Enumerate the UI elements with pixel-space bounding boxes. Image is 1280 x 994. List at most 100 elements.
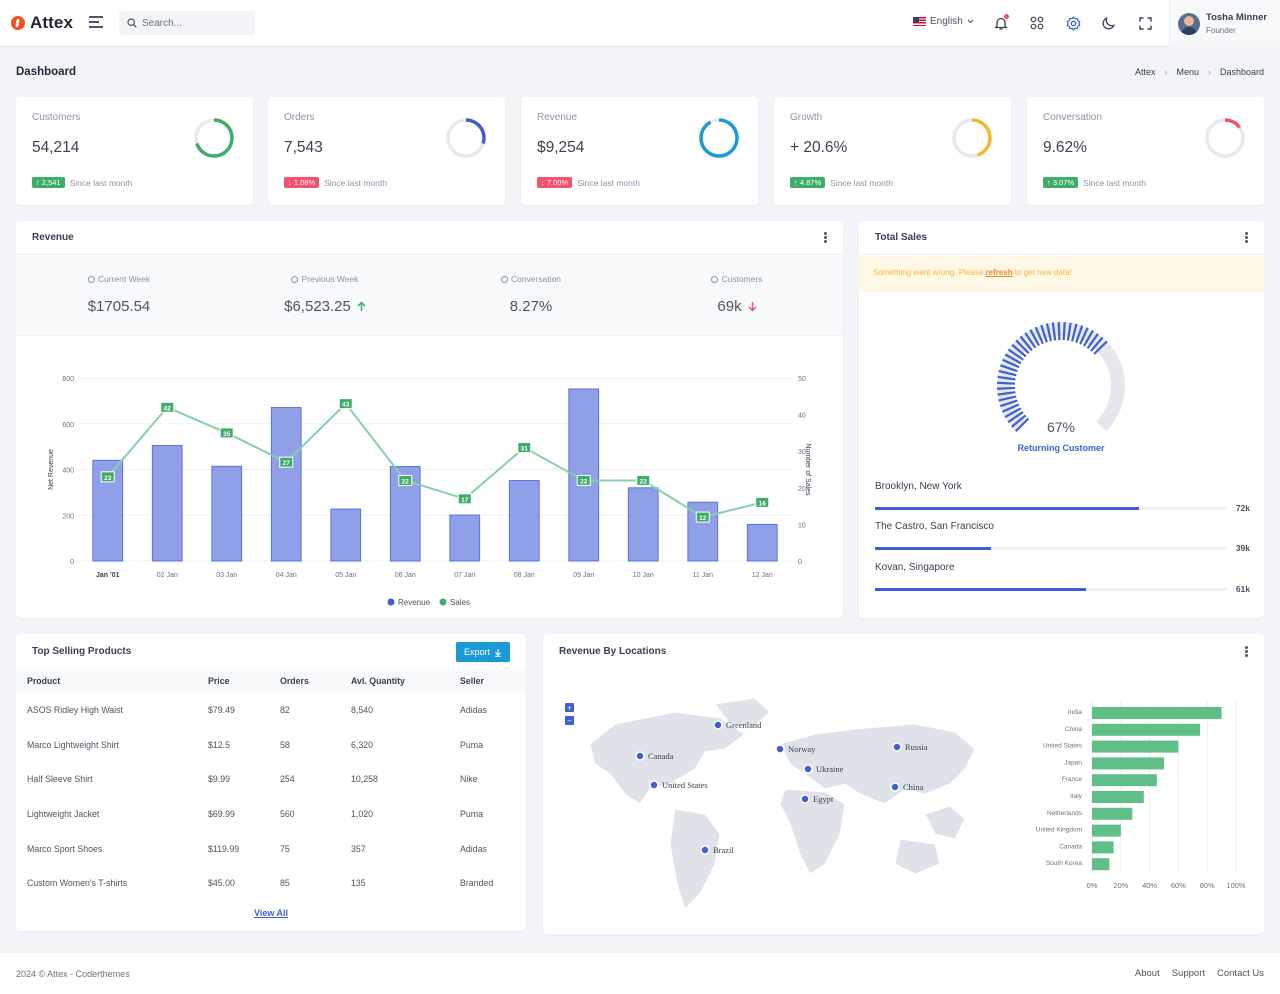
column-header: Product [16,669,197,693]
table-row[interactable]: ASOS Ridley High Waist $79.49 82 8,540 Adida… [16,693,526,728]
category-label: France [1062,776,1083,783]
map-marker-label: China [903,782,924,792]
fullscreen-button[interactable] [1136,14,1154,32]
data-label-text: 35 [223,431,231,438]
app-logo[interactable]: Attex [11,13,73,33]
theme-toggle-button[interactable] [1100,14,1118,32]
notification-button[interactable] [992,14,1010,32]
export-button[interactable]: Export [455,642,510,662]
breadcrumb-item-attex[interactable]: Attex [1135,67,1156,77]
table-cell: Nike [460,774,478,785]
stat-change: ↑ 2,541 Since last month [32,177,132,188]
summary-value: $6,523.25 [284,298,351,315]
revenue-bar[interactable] [508,479,540,562]
gauge-fill-stripe [997,381,1016,385]
x-tick-label: 02 Jan [157,572,178,579]
location-bar[interactable] [1092,757,1164,770]
revenue-card: Revenue Current Week $1705.54 Previous W… [16,221,843,618]
chevron-right-icon: › [1207,67,1211,77]
map-marker[interactable]: Brazil [700,845,734,855]
map-marker[interactable]: Ukraine [803,764,844,774]
sales-data-label: 12 [695,511,710,523]
more-options-icon[interactable] [1245,232,1248,243]
search-input[interactable] [142,17,242,29]
category-label: United States [1043,743,1083,750]
table-row[interactable]: Marco Lightweight Shirt $12.5 58 6,320 Puma [16,728,526,763]
revenue-bar[interactable] [270,407,302,562]
gauge-value: 67% [1047,419,1075,435]
settings-button[interactable] [1064,14,1082,32]
zoom-in-button[interactable]: + [565,703,574,713]
stat-change: ↓ 1.08% Since last month [284,177,387,188]
table-row[interactable]: Custom Women's T-shirts $45.00 85 135 Brande… [16,866,526,901]
menu-toggle-icon[interactable] [89,16,103,28]
language-selector[interactable]: English [913,16,974,27]
map-marker[interactable]: Egypt [800,794,834,804]
revenue-bar[interactable] [449,514,481,562]
stat-change: ↓ 7.00% Since last month [537,177,640,188]
map-marker[interactable]: Norway [775,744,816,754]
location-bar[interactable] [1092,858,1110,871]
location-bar[interactable] [1092,740,1179,753]
legend-label-revenue[interactable]: Revenue [398,598,431,607]
table-row[interactable]: Marco Sport Shoes $119.99 75 357 Adidas [16,831,526,866]
change-badge: ↓ 1.08% [284,177,320,188]
sales-data-label: 16 [755,496,770,508]
apps-button[interactable] [1028,14,1046,32]
location-bar[interactable] [1092,723,1200,736]
stat-change: ↑ 3.07% Since last month [1043,177,1146,188]
summary-label: Previous Week [301,274,359,284]
summary-customers: Customers 69k [634,256,840,315]
map-marker-dot [892,742,902,752]
error-alert: Something went wrong. Please refresh to … [859,256,1265,292]
revenue-bar[interactable] [330,508,362,562]
x-tick-label: 03 Jan [216,572,237,579]
data-label-text: 42 [164,405,172,412]
category-label: India [1068,709,1082,716]
user-menu[interactable]: Tosha Minner Founder [1169,0,1280,47]
revenue-bar[interactable] [627,487,659,562]
footer-link-support[interactable]: Support [1172,968,1205,979]
location-bar[interactable] [1092,791,1144,803]
location-bar[interactable] [1092,707,1222,719]
category-label: Canada [1059,843,1082,850]
more-options-icon[interactable] [1245,645,1248,657]
summary-current-week: Current Week $1705.54 [16,256,222,315]
summary-value: $1705.54 [87,298,151,315]
export-label: Export [463,647,490,657]
revenue-bar[interactable] [151,444,183,562]
location-bar[interactable] [1092,807,1133,820]
chart-legend: Revenue Sales [387,598,470,607]
location-bar[interactable] [1092,824,1121,837]
more-options-icon[interactable] [824,232,827,243]
summary-previous-week: Previous Week $6,523.25 [222,256,428,315]
revenue-bar[interactable] [746,523,778,562]
legend-label-sales[interactable]: Sales [450,598,470,607]
data-label-text: 12 [699,515,707,522]
x-tick-label: 06 Jan [395,572,416,579]
y2-tick-label: 50 [798,376,806,383]
table-row[interactable]: Lightweight Jacket $69.99 560 1,020 Puma [16,797,526,832]
stat-card-conversation: Conversation 9.62% ↑ 3.07% Since last mo… [1027,97,1264,205]
footer-link-contact[interactable]: Contact Us [1217,968,1264,979]
stat-value: 54,214 [32,139,80,156]
map-marker[interactable]: Russia [892,742,928,752]
table-row[interactable]: Half Sleeve Shirt $9.99 254 10,258 Nike [16,762,526,797]
column-header: Price [197,669,269,693]
map-marker-label: Brazil [713,845,734,855]
map-landmass [669,808,721,910]
view-all-link[interactable]: View All [16,908,526,918]
sales-data-label: 22 [576,474,591,486]
breadcrumb-item-menu[interactable]: Menu [1176,67,1199,77]
location-bar[interactable] [1092,774,1157,787]
map-marker[interactable]: China [890,782,924,792]
refresh-link[interactable]: refresh [986,268,1013,277]
sales-data-label: 27 [279,456,294,468]
map-marker[interactable]: Canada [635,751,674,761]
revenue-bar[interactable] [211,465,243,562]
zoom-out-button[interactable]: − [565,716,574,726]
change-value: 1.08% [293,178,316,187]
summary-label: Customers [721,274,763,284]
footer-link-about[interactable]: About [1135,968,1160,979]
location-bar[interactable] [1092,841,1114,854]
